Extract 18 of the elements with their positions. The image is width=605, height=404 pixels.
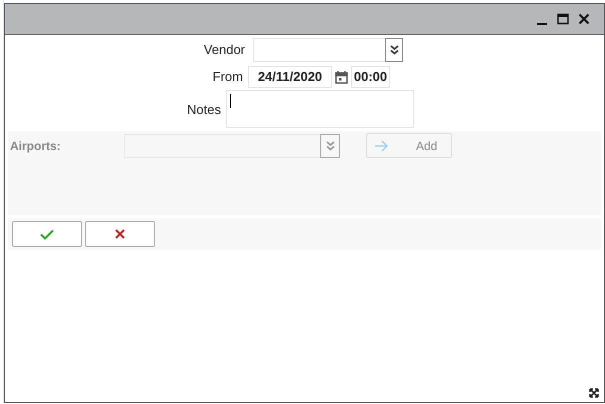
field-label: From (212, 68, 244, 86)
date-field[interactable]: 24/11/2020 (248, 66, 332, 88)
field-label: Airports: (10, 138, 62, 155)
close-icon (115, 229, 125, 239)
time-field[interactable]: 00:00 (351, 66, 390, 88)
arrow-right-icon (374, 140, 389, 152)
resize-icon[interactable] (589, 388, 599, 398)
dropdown-button[interactable] (385, 38, 403, 62)
field-label: Notes (186, 101, 222, 119)
maximize-icon[interactable] (557, 13, 569, 25)
checkmark-icon (40, 228, 54, 240)
cancel-button[interactable] (85, 221, 155, 247)
notes-field[interactable] (226, 90, 414, 128)
field-label: Vendor (202, 41, 246, 60)
calendar-icon[interactable] (335, 70, 348, 84)
close-icon[interactable] (578, 13, 590, 25)
double-chevron-icon (390, 45, 398, 55)
double-chevron-icon (326, 141, 334, 151)
